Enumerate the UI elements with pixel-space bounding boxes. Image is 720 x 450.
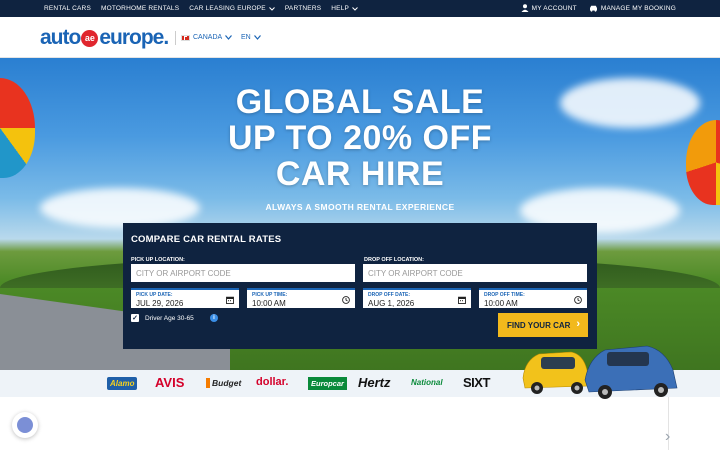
dropoff-time-label: DROP OFF TIME: (484, 292, 525, 298)
country-label: CANADA (193, 34, 223, 41)
user-icon (521, 4, 529, 12)
dropoff-location-label: DROP OFF LOCATION: (364, 257, 424, 263)
cookie-icon (17, 417, 33, 433)
chevron-down-icon (225, 35, 233, 40)
site-header: auto ae europe . CANADA EN (0, 17, 720, 58)
language-selector[interactable]: EN (241, 34, 261, 41)
dropoff-location-input[interactable]: CITY OR AIRPORT CODE (363, 264, 587, 282)
dropoff-date-field[interactable]: DROP OFF DATE: AUG 1, 2026 (363, 288, 471, 308)
find-your-car-label: FIND YOUR CAR (507, 320, 571, 330)
cars-illustration (522, 345, 678, 399)
pickup-date-label: PICK UP DATE: (136, 292, 173, 298)
logo-text-auto: auto (40, 26, 81, 49)
auto-europe-logo[interactable]: auto ae europe . (40, 26, 169, 50)
headline-line-1: GLOBAL SALE (235, 83, 485, 121)
brand-logo-dollar: dollar. (256, 376, 289, 388)
dropoff-time-value: 10:00 AM (484, 299, 518, 308)
language-label: EN (241, 34, 251, 41)
logo-dot: . (163, 26, 169, 49)
brand-logo-avis: AVIS (155, 375, 185, 390)
pickup-date-field[interactable]: PICK UP DATE: JUL 29, 2026 (131, 288, 239, 308)
calendar-icon (226, 296, 234, 304)
pickup-time-value: 10:00 AM (252, 299, 286, 308)
dropoff-time-field[interactable]: DROP OFF TIME: 10:00 AM (479, 288, 587, 308)
driver-age-checkbox[interactable]: ✓ (131, 314, 139, 322)
account-links: MY ACCOUNT MANAGE MY BOOKING (521, 4, 676, 12)
top-nav-links: RENTAL CARS MOTORHOME RENTALS CAR LEASIN… (44, 5, 358, 12)
brand-logo-budget: Budget (206, 378, 241, 388)
nav-car-leasing-europe[interactable]: CAR LEASING EUROPE (189, 5, 275, 12)
find-your-car-button[interactable]: FIND YOUR CAR › (498, 313, 588, 337)
nav-partners[interactable]: PARTNERS (285, 5, 321, 12)
car-icon (589, 5, 597, 12)
search-form-title: COMPARE CAR RENTAL RATES (131, 234, 282, 245)
brand-logo-alamo: Alamo (107, 377, 138, 390)
clock-icon (574, 296, 582, 304)
logo-text-europe: europe (99, 26, 164, 49)
pickup-location-label: PICK UP LOCATION: (131, 257, 185, 263)
nav-help[interactable]: HELP (331, 5, 358, 12)
info-icon[interactable]: i (210, 314, 218, 322)
nav-help-label: HELP (331, 5, 350, 12)
carousel-next-icon[interactable]: › (665, 428, 670, 446)
chevron-down-icon (269, 6, 275, 11)
hero-headline: GLOBAL SALE UP TO 20% OFF CAR HIRE (0, 84, 720, 192)
country-selector[interactable]: CANADA (181, 34, 233, 41)
nav-car-leasing-label: CAR LEASING EUROPE (189, 5, 266, 12)
driver-age-label: Driver Age 30-65 (145, 315, 194, 322)
my-account-label: MY ACCOUNT (531, 4, 577, 12)
brand-logo-hertz: Hertz (358, 375, 391, 390)
pickup-time-label: PICK UP TIME: (252, 292, 288, 298)
pickup-date-value: JUL 29, 2026 (136, 299, 184, 308)
header-divider (175, 31, 176, 45)
chevron-down-icon (253, 35, 261, 40)
nav-motorhome-rentals[interactable]: MOTORHOME RENTALS (101, 5, 179, 12)
clock-icon (342, 296, 350, 304)
nav-rental-cars[interactable]: RENTAL CARS (44, 5, 91, 12)
dropoff-date-label: DROP OFF DATE: (368, 292, 411, 298)
brand-logo-national: National (411, 378, 443, 387)
chevron-down-icon (352, 6, 358, 11)
dropoff-date-value: AUG 1, 2026 (368, 299, 415, 308)
manage-booking-label: MANAGE MY BOOKING (600, 4, 676, 12)
chevron-right-icon: › (576, 318, 580, 330)
manage-booking-link[interactable]: MANAGE MY BOOKING (589, 5, 676, 12)
cookie-settings-button[interactable] (12, 412, 38, 438)
pickup-time-field[interactable]: PICK UP TIME: 10:00 AM (247, 288, 355, 308)
logo-mark: ae (81, 29, 99, 47)
calendar-icon (458, 296, 466, 304)
brand-logo-sixt: SIXT (463, 375, 490, 390)
top-navigation-bar: RENTAL CARS MOTORHOME RENTALS CAR LEASIN… (0, 0, 720, 17)
headline-line-3: CAR HIRE (275, 155, 445, 193)
canada-flag-icon (181, 34, 190, 41)
hero-tagline: ALWAYS A SMOOTH RENTAL EXPERIENCE (265, 202, 455, 212)
brand-logo-europcar: Europcar (308, 377, 347, 390)
headline-line-2: UP TO 20% OFF (227, 119, 493, 157)
pickup-location-input[interactable]: CITY OR AIRPORT CODE (131, 264, 355, 282)
my-account-link[interactable]: MY ACCOUNT (521, 4, 577, 12)
